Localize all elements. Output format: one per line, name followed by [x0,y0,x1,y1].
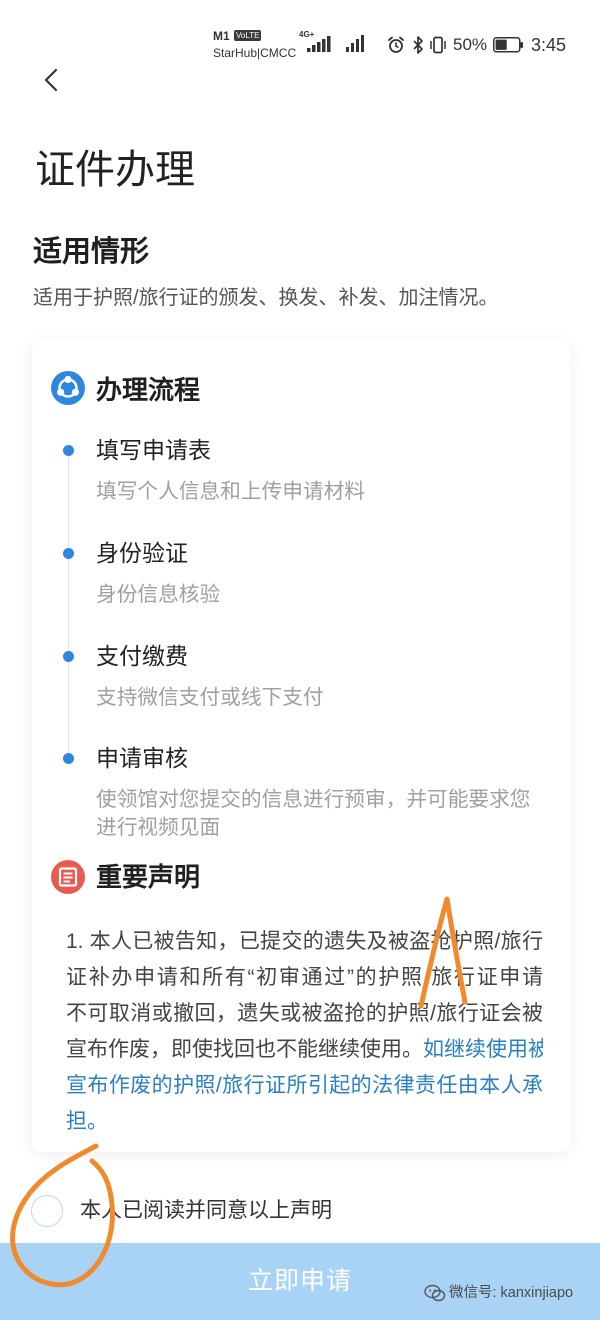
declaration-heading: 重要声明 [96,862,201,892]
step-title: 身份验证 [96,540,188,566]
declaration-text: 1. 本人已被告知，已提交的遗失及被盗抢护照/旅行 证补办申请和所有“初审通过”… [66,924,543,1140]
declaration-line: 担。 [66,1104,543,1140]
process-step: 支付缴费 支持微信支付或线下支付 [32,641,570,721]
signal-icon [307,36,331,52]
timeline-dot [62,650,74,662]
declaration-highlight: 宣布作废的护照/旅行证所引起的法律责任由本人承 [66,1074,543,1097]
timeline-dot [62,752,74,764]
notice-icon [51,860,85,894]
battery-fill [495,39,507,50]
step-title: 填写申请表 [96,437,211,463]
declaration-line-text: 不可取消或撤回，遗失或被盗抢的护照/旅行证会被 [66,1002,543,1025]
declaration-line: 宣布作废，即使找回也不能继续使用。如继续使用被 [66,1032,543,1068]
step-description: 支持微信支付或线下支付 [96,686,324,709]
carrier-secondary: StarHub|CMCC [213,46,297,60]
battery-icon [493,37,523,53]
bluetooth-icon [413,36,423,54]
volte-badge: VoLTE [234,30,262,41]
submit-button-label: 立即申请 [247,1267,352,1295]
process-heading: 办理流程 [96,375,201,405]
process-icon [51,371,85,405]
agree-label[interactable]: 本人已阅读并同意以上声明 [80,1196,332,1226]
battery-percent: 50% [453,35,488,54]
declaration-line: 证补办申请和所有“初审通过”的护照/旅行证申请 [66,960,543,996]
declaration-highlight: 如继续使用被 [423,1038,543,1061]
step-title: 申请审核 [96,745,188,771]
clock-time: 3:45 [531,35,567,55]
alarm-icon [388,36,404,53]
step-description: 身份信息核验 [96,583,221,606]
agree-checkbox[interactable] [31,1195,63,1227]
timeline-dot [62,444,74,456]
wechat-icon [424,1284,446,1302]
applicable-description: 适用于护照/旅行证的颁发、换发、补发、加注情况。 [33,287,499,309]
carrier-primary: M1 [213,29,230,43]
submit-button[interactable]: 立即申请 [0,1243,600,1320]
process-step: 身份验证 身份信息核验 [32,538,570,618]
process-step: 填写申请表 填写个人信息和上传申请材料 [32,435,570,515]
info-card: 办理流程 填写申请表 填写个人信息和上传申请材料 身份验证 身份信息核验 支付缴… [32,340,570,1152]
step-description: 填写个人信息和上传申请材料 [96,480,365,503]
declaration-line: 不可取消或撤回，遗失或被盗抢的护照/旅行证会被 [66,996,543,1032]
step-title: 支付缴费 [96,643,188,669]
declaration-line-text: 宣布作废，即使找回也不能继续使用。 [66,1038,423,1061]
status-bar: M1 VoLTE StarHub|CMCC 4G+ 50% 3:45 [0,0,600,66]
page-title: 证件办理 [35,148,195,192]
declaration-line: 1. 本人已被告知，已提交的遗失及被盗抢护照/旅行 [66,924,543,960]
declaration-line-text: 证补办申请和所有“初审通过”的护照/旅行证申请 [66,966,543,989]
declaration-line: 宣布作废的护照/旅行证所引起的法律责任由本人承 [66,1068,543,1104]
process-step: 申请审核 使领馆对您提交的信息进行预审，并可能要求您进行视频见面 [32,743,570,839]
vibrate-icon [430,36,446,54]
declaration-line-text: 1. 本人已被告知，已提交的遗失及被盗抢护照/旅行 [66,930,543,953]
timeline-dot [62,547,74,559]
chevron-left-icon [44,68,58,92]
watermark-text: 微信号: kanxinjiapo [449,1285,574,1301]
signal-icon-secondary [346,35,364,52]
step-description: 使领馆对您提交的信息进行预审，并可能要求您进行视频见面 [96,788,531,839]
applicable-heading: 适用情形 [33,236,150,268]
declaration-highlight: 担。 [66,1110,108,1133]
back-button[interactable] [36,62,68,98]
